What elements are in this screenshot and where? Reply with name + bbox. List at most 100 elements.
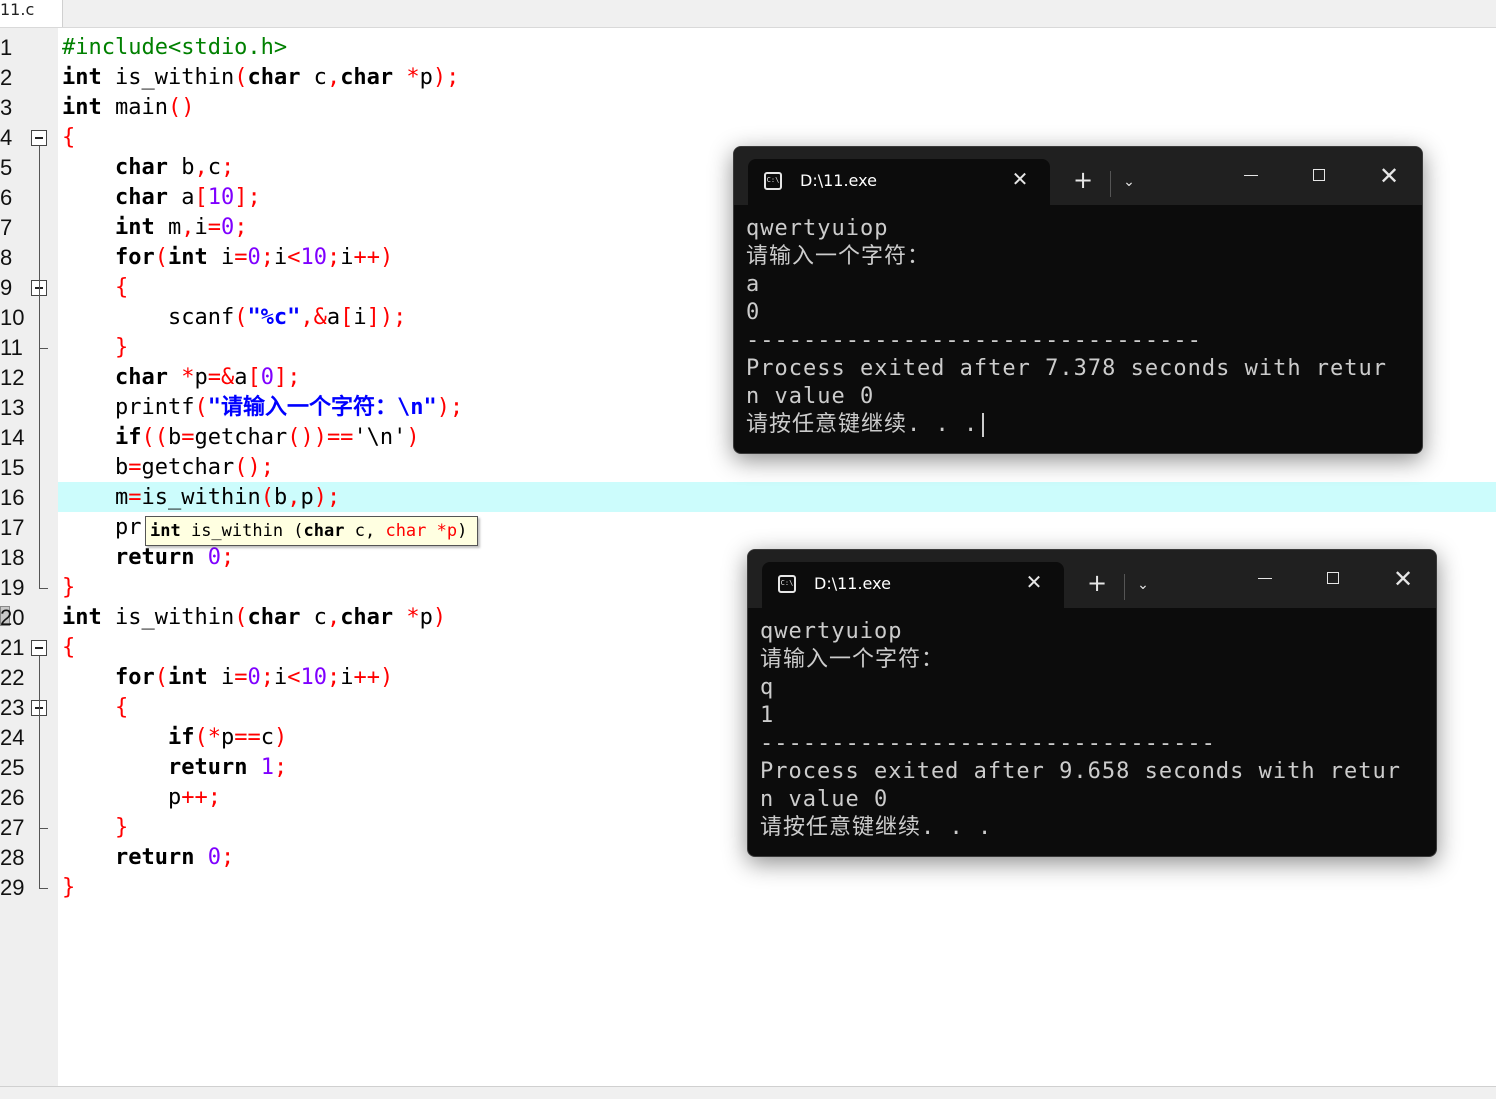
code-line[interactable]: scanf("%c",&a[i]); [62,303,406,333]
console-tab[interactable]: C:\ D:\11.exe ✕ [748,159,1050,205]
code-line[interactable]: printf("请输入一个字符：\n"); [62,393,463,423]
console-line: 1 [760,702,1426,730]
code-line[interactable]: return 0; [62,843,234,873]
code-token: char [340,65,394,90]
file-tab[interactable]: 11.c [0,0,63,27]
code-line[interactable]: char *p=&a[0]; [62,363,300,393]
maximize-icon[interactable] [1314,564,1354,594]
code-token: , [194,155,208,180]
code-token: == [234,725,261,750]
tooltip-token: ) [457,521,468,541]
line-number: 14 [0,425,25,450]
code-token: getchar [141,455,235,480]
console-line-text: 请输入一个字符： [746,244,931,269]
code-token: char [340,605,394,630]
console-titlebar: C:\ D:\11.exe ✕ + ⌄ ✕ [748,550,1436,608]
chevron-down-icon[interactable]: ⌄ [1116,169,1142,195]
code-line[interactable]: char b,c; [62,153,234,183]
code-token: i [273,245,288,270]
line-number: 2 [0,65,13,90]
console-window-1[interactable]: C:\ D:\11.exe ✕ + ⌄ ✕ qwertyuiop 请输入一个字符：… [733,146,1423,454]
code-line[interactable]: } [62,333,128,363]
close-icon[interactable]: ✕ [1383,564,1423,594]
code-token: ( [234,65,248,90]
tooltip-token: char [303,521,345,541]
console-output: qwertyuiop 请输入一个字符： q 1 --------------------… [760,618,1426,842]
code-token: ; [220,545,235,570]
code-line[interactable]: pr [62,513,142,543]
console-line-text: -------------------------------- [760,731,1216,756]
code-token: ); [313,485,341,510]
line-number: 8 [0,245,13,270]
console-window-2[interactable]: C:\ D:\11.exe ✕ + ⌄ ✕ qwertyuiop 请输入一个字符：… [747,549,1437,857]
code-line[interactable]: for(int i=0;i<10;i++) [62,663,393,693]
code-line[interactable]: } [62,873,75,903]
console-line: -------------------------------- [760,730,1426,758]
code-token: =& [207,365,235,390]
console-tab[interactable]: C:\ D:\11.exe ✕ [762,562,1064,608]
code-line[interactable]: if((b=getchar())=='\n') [62,423,420,453]
code-line[interactable]: { [62,633,75,663]
maximize-icon[interactable] [1300,161,1340,191]
code-token: char [114,185,168,210]
new-tab-icon[interactable]: + [1070,167,1096,193]
divider [1124,574,1125,600]
fold-toggle-icon[interactable] [31,130,47,146]
code-token: i [340,245,354,270]
close-tab-icon[interactable]: ✕ [1022,570,1046,594]
code-line[interactable]: { [62,693,128,723]
code-token: a [234,365,248,390]
code-token: a [326,305,341,330]
code-line[interactable]: for(int i=0;i<10;i++) [62,243,393,273]
close-icon[interactable]: ✕ [1369,161,1409,191]
code-token: char [114,365,168,390]
code-line[interactable]: int m,i=0; [62,213,248,243]
line-number: 11 [0,335,23,360]
code-token: ; [220,845,235,870]
code-line[interactable]: p++; [62,783,221,813]
code-line[interactable]: b=getchar(); [62,453,274,483]
console-line-text: qwertyuiop [746,216,889,241]
code-line[interactable]: } [62,813,128,843]
fold-guide [39,716,40,828]
new-tab-icon[interactable]: + [1084,570,1110,596]
code-line[interactable]: int is_within(char c,char *p); [62,63,459,93]
code-line[interactable]: } [62,573,75,603]
code-token: = [128,485,142,510]
code-line[interactable]: return 0; [62,543,234,573]
minimize-icon[interactable] [1231,161,1271,191]
code-token: [ [247,365,261,390]
code-token: i [340,665,354,690]
chevron-down-icon[interactable]: ⌄ [1130,572,1156,598]
line-number: 17 [0,515,25,540]
fold-toggle-icon[interactable] [31,640,47,656]
tooltip-token: int [150,521,181,541]
code-token: is_within [101,65,235,90]
code-line[interactable]: return 1; [62,753,287,783]
code-line[interactable]: m=is_within(b,p); [62,483,340,513]
code-line[interactable]: int is_within(char c,char *p) [62,603,446,633]
code-token: ++; [181,785,221,810]
close-tab-icon[interactable]: ✕ [1008,167,1032,191]
code-token: 10 [207,185,235,210]
code-token: for [114,665,155,690]
code-token: ,& [300,305,327,330]
code-line[interactable]: char a[10]; [62,183,261,213]
code-line[interactable]: #include<stdio.h> [62,33,287,63]
minimize-icon[interactable] [1245,564,1285,594]
line-number: 20 [0,605,25,630]
code-token: ]; [273,365,301,390]
code-line[interactable]: { [62,273,128,303]
line-number: 26 [0,785,25,810]
code-token: () [167,95,195,120]
code-line[interactable]: { [62,123,75,153]
code-token: { [62,635,76,660]
console-line-text: 0 [746,300,761,325]
line-number: 24 [0,725,25,750]
code-line[interactable]: int main() [62,93,194,123]
code-line[interactable]: if(*p==c) [62,723,287,753]
code-token: b [62,455,129,480]
console-line-text: 1 [760,703,775,728]
